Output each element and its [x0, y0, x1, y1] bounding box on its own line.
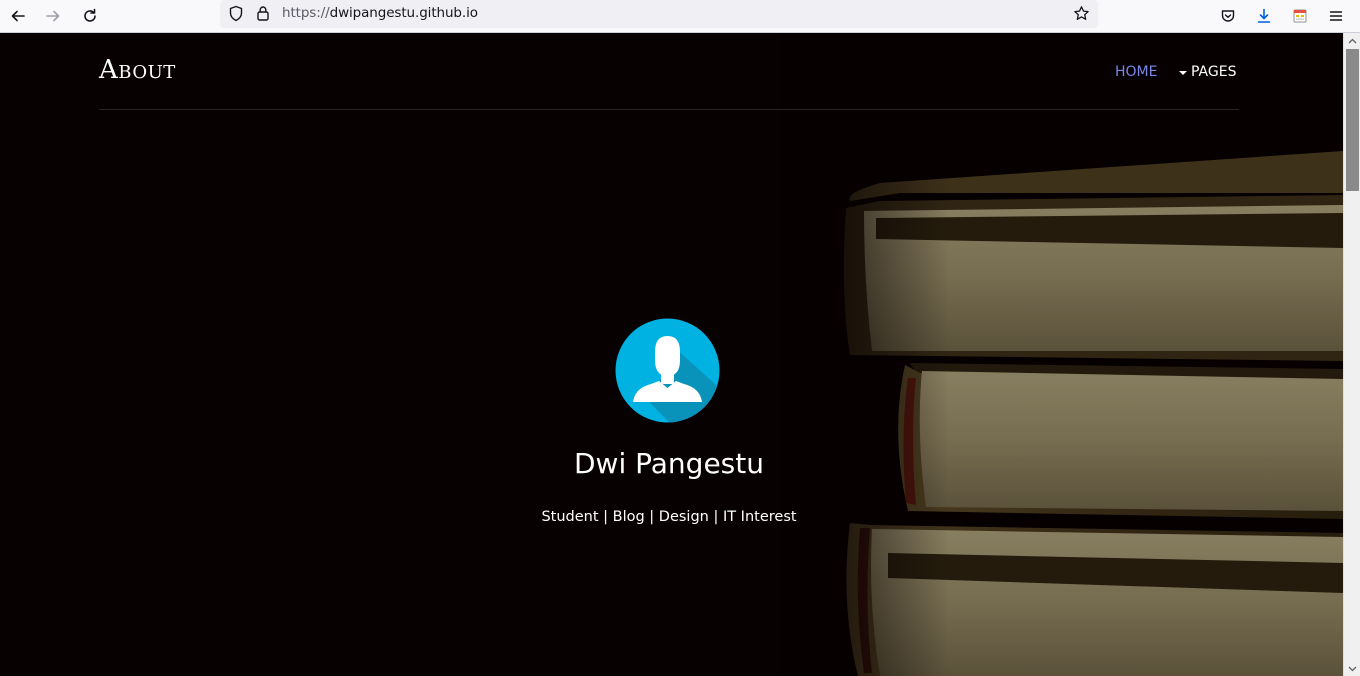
back-button[interactable] [3, 2, 33, 30]
nav-pages-dropdown[interactable]: PAGES [1179, 64, 1236, 80]
downloads-button[interactable] [1249, 2, 1279, 30]
hamburger-menu-icon [1329, 11, 1343, 21]
bookmark-star-icon[interactable] [1073, 5, 1090, 22]
forward-arrow-icon [46, 10, 60, 22]
scroll-up-arrow-icon[interactable] [1344, 33, 1360, 48]
url-scheme: https:// [282, 5, 330, 21]
browser-toolbar: https://dwipangestu.github.io [0, 0, 1360, 33]
caret-down-icon [1179, 70, 1187, 75]
extension-icon [1293, 9, 1307, 23]
reload-button[interactable] [75, 2, 105, 30]
shield-icon[interactable] [228, 5, 244, 22]
pocket-button[interactable] [1213, 2, 1243, 30]
user-avatar-icon [615, 318, 720, 423]
page-scrollbar[interactable] [1343, 33, 1360, 676]
reload-icon [84, 8, 96, 22]
forward-button[interactable] [38, 2, 68, 30]
site-navbar: About HOME PAGES [99, 33, 1239, 110]
nav-pages-label: PAGES [1191, 64, 1237, 80]
profile-name: Dwi Pangestu [574, 447, 764, 480]
profile-tagline: Student | Blog | Design | IT Interest [541, 509, 797, 525]
url-text[interactable]: https://dwipangestu.github.io [282, 5, 478, 21]
lock-icon[interactable] [256, 5, 270, 22]
site-brand[interactable]: About [99, 55, 176, 85]
books-background-image [780, 33, 1343, 676]
url-host: dwipangestu.github.io [329, 5, 478, 21]
pocket-icon [1221, 10, 1235, 22]
back-arrow-icon [11, 10, 25, 22]
app-menu-button[interactable] [1321, 2, 1351, 30]
extension-button[interactable] [1285, 2, 1315, 30]
download-icon [1257, 8, 1271, 23]
url-bar[interactable]: https://dwipangestu.github.io [220, 0, 1098, 28]
scrollbar-thumb[interactable] [1346, 49, 1359, 191]
nav-home-link[interactable]: HOME [1115, 64, 1157, 80]
page-viewport: About HOME PAGES Dwi Pangestu Student | [0, 33, 1343, 676]
scroll-down-arrow-icon[interactable] [1344, 661, 1360, 676]
